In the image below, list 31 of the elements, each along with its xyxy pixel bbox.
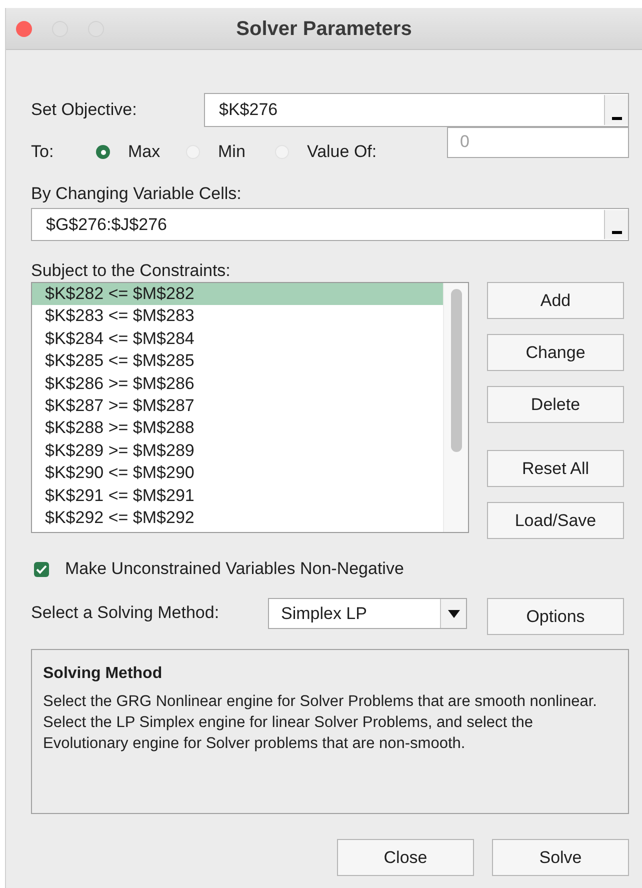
scrollbar-thumb[interactable] [450, 289, 462, 452]
help-title: Solving Method [43, 664, 164, 684]
method-dropdown[interactable]: Simplex LP [268, 598, 467, 629]
constraint-button[interactable]: Load/Save [487, 502, 624, 539]
field-label: By Changing Variable Cells: [31, 183, 242, 203]
constraint-button[interactable]: Reset All [487, 450, 624, 487]
options-button[interactable]: Options [487, 598, 624, 635]
field-label: Subject to the Constraints: [31, 260, 232, 280]
window-title: Solver Parameters [236, 16, 412, 42]
radio-button[interactable] [96, 145, 110, 159]
checkbox-label: Make Unconstrained Variables Non-Negative [65, 558, 404, 580]
dialog-button[interactable]: Close [337, 839, 474, 876]
constraint-button[interactable]: Change [487, 334, 624, 371]
field-label: Set Objective: [31, 99, 138, 122]
field-label: Select a Solving Method: [31, 602, 220, 624]
radio-label: Min [218, 141, 246, 164]
close-window-icon[interactable] [16, 21, 32, 37]
constraint-item[interactable]: $K$282 <= $M$282 [32, 283, 443, 306]
field-label: To: [31, 141, 55, 164]
variable-cells-field[interactable]: $G$276:$J$276 [31, 208, 629, 241]
radio-label: Max [128, 141, 162, 164]
objective-field[interactable]: $K$276 [204, 93, 629, 127]
constraint-button[interactable]: Delete [487, 386, 624, 423]
checkbox[interactable] [34, 562, 49, 576]
dialog-button[interactable]: Solve [492, 839, 629, 876]
constraints-list[interactable]: $K$282 <= $M$282 $K$283 <= $M$283 $K$284 <= $M$284 $K$285 <= $M$285 $K$286 >= $M$286 $K$287 >= $M$287 $K$288 >= $M$288 $K$289 >= $M$289 $K$290 <= $M$290 $K$291 <= $M$291 $K$292 <= $M$292 [31, 282, 469, 533]
radio-label: Value Of: [307, 141, 378, 164]
collapse-icon[interactable] [604, 210, 628, 239]
collapse-icon[interactable] [604, 95, 628, 125]
help-text: Select the GRG Nonlinear engine for Solver Problems that are smooth nonlinear. Select the LP Simplex engine for linear Solver Problems, and select the Evolutionary engine for Solver problems that are non-smooth. [43, 692, 598, 754]
constraint-button[interactable]: Add [487, 282, 624, 319]
